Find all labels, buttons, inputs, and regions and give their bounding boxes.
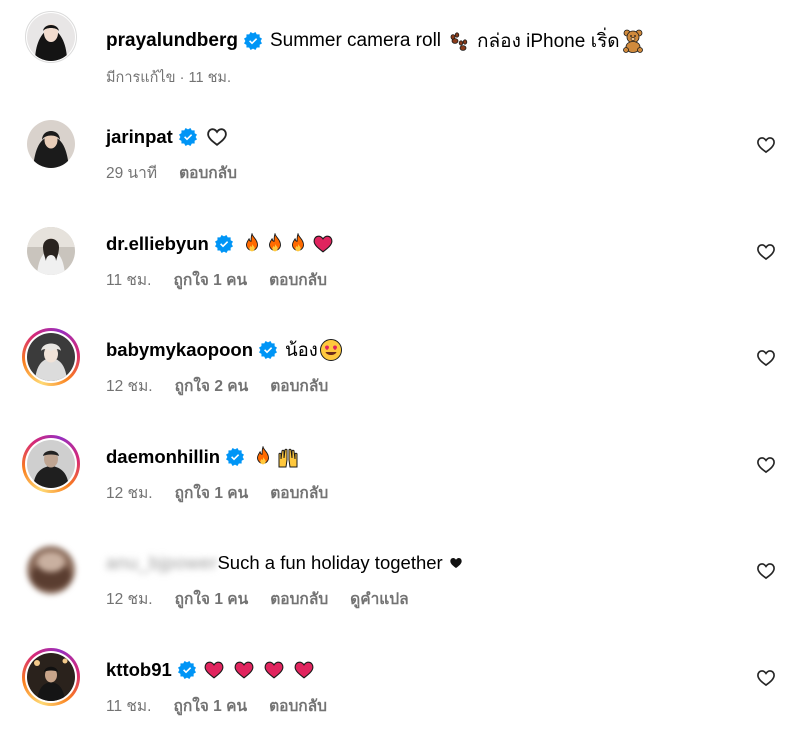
list-item: jarinpat 29 นาที ตอบกลับ	[0, 115, 800, 215]
like-heart-icon[interactable]	[756, 348, 776, 368]
likes-count[interactable]: ถูกใจ 1 คน	[173, 267, 247, 292]
paw-prints-emoji-icon	[450, 32, 468, 51]
avatar[interactable]	[22, 541, 80, 599]
comment-time[interactable]: 29 นาที	[106, 160, 157, 185]
comment-line: kttob91	[106, 658, 316, 682]
like-heart-icon[interactable]	[756, 455, 776, 475]
list-item: babymykaopoon น้อง 12 ชม. ถูกใจ 2 คน ตอบ…	[0, 328, 800, 428]
post-caption: prayalundberg Summer camera roll กล่อง i…	[0, 8, 800, 108]
avatar[interactable]	[22, 648, 80, 706]
comment-text: Such a fun holiday together	[217, 552, 443, 573]
avatar[interactable]	[22, 115, 80, 173]
list-item: anu_bjpower Such a fun holiday together …	[0, 541, 800, 641]
comment-line: daemonhillin	[106, 445, 300, 469]
fire-emoji-icon	[265, 233, 285, 255]
reply-button[interactable]: ตอบกลับ	[179, 160, 237, 185]
see-translation-button[interactable]: ดูคำแปล	[350, 586, 408, 611]
like-heart-icon[interactable]	[756, 561, 776, 581]
avatar-image	[27, 653, 75, 701]
avatar[interactable]	[22, 328, 80, 386]
fire-emoji-icon	[253, 446, 273, 468]
comment-meta: 12 ชม. ถูกใจ 1 คน ตอบกลับ	[106, 480, 328, 505]
comment-username[interactable]: jarinpat	[106, 126, 173, 148]
comment-meta: 11 ชม. ถูกใจ 1 คน ตอบกลับ	[106, 267, 327, 292]
avatar-image	[27, 227, 75, 275]
avatar-image	[27, 440, 75, 488]
comment-line: anu_bjpower Such a fun holiday together	[106, 551, 463, 575]
comment-time[interactable]: 12 ชม.	[106, 373, 153, 398]
black-heart-emoji-icon	[450, 558, 462, 568]
heart-eyes-emoji-icon	[319, 339, 342, 361]
comment-username[interactable]: babymykaopoon	[106, 339, 253, 361]
comment-meta: 29 นาที ตอบกลับ	[106, 160, 237, 185]
comment-username[interactable]: kttob91	[106, 659, 172, 681]
red-heart-emoji-icon	[292, 659, 316, 681]
avatar-image	[27, 333, 75, 381]
caption-username[interactable]: prayalundberg	[106, 30, 238, 52]
reaction-emojis	[250, 445, 300, 469]
comment-time[interactable]: 12 ชม.	[106, 480, 153, 505]
avatar-image	[27, 120, 75, 168]
comment-meta: 11 ชม. ถูกใจ 1 คน ตอบกลับ	[106, 693, 327, 718]
caption-text-after: กล่อง iPhone เริ่ด	[477, 31, 620, 52]
reaction-emojis	[239, 233, 335, 255]
verified-badge-icon	[259, 341, 277, 359]
caption-text-before: Summer camera roll	[269, 30, 442, 51]
comment-username[interactable]: daemonhillin	[106, 446, 220, 468]
red-heart-emoji-icon	[232, 659, 256, 681]
avatar-image	[27, 546, 75, 594]
list-item: dr.elliebyun 11 ชม. ถูกใจ 1 คน ตอบกลับ	[0, 222, 800, 322]
reply-button[interactable]: ตอบกลับ	[270, 373, 328, 398]
caption-line: prayalundberg Summer camera roll กล่อง i…	[106, 26, 644, 56]
likes-count[interactable]: ถูกใจ 1 คน	[173, 693, 247, 718]
verified-badge-icon	[178, 661, 196, 679]
verified-badge-icon	[226, 448, 244, 466]
red-heart-emoji-icon	[311, 233, 335, 255]
like-heart-icon[interactable]	[756, 242, 776, 262]
teddy-bear-emoji-icon	[622, 29, 643, 53]
comment-meta: 12 ชม. ถูกใจ 1 คน ตอบกลับ ดูคำแปล	[106, 586, 409, 611]
list-item: daemonhillin 12 ชม. ถูกใจ 1 คน ตอบกลับ	[0, 435, 800, 535]
reply-button[interactable]: ตอบกลับ	[269, 693, 327, 718]
likes-count[interactable]: ถูกใจ 2 คน	[175, 373, 249, 398]
like-heart-icon[interactable]	[756, 135, 776, 155]
like-heart-icon[interactable]	[756, 668, 776, 688]
comment-line: babymykaopoon น้อง	[106, 338, 343, 362]
avatar-image	[27, 13, 75, 61]
likes-count[interactable]: ถูกใจ 1 คน	[175, 480, 249, 505]
comment-line: jarinpat	[106, 125, 229, 149]
red-heart-emoji-icon	[202, 659, 226, 681]
comment-time[interactable]: 11 ชม.	[106, 693, 151, 718]
verified-badge-icon	[215, 235, 233, 253]
comment-text: น้อง	[285, 338, 318, 360]
fire-emoji-icon	[242, 233, 262, 255]
reply-button[interactable]: ตอบกลับ	[270, 586, 328, 611]
white-heart-emoji-icon	[205, 126, 229, 148]
comment-time[interactable]: 12 ชม.	[106, 586, 153, 611]
reply-button[interactable]: ตอบกลับ	[270, 480, 328, 505]
comment-username[interactable]: anu_bjpower	[106, 552, 217, 574]
list-item: kttob91 11 ชม. ถูกใจ 1 คน ตอบกลับ	[0, 648, 800, 748]
reaction-emojis	[202, 659, 316, 681]
verified-badge-icon	[244, 32, 262, 50]
avatar[interactable]	[22, 222, 80, 280]
fire-emoji-icon	[288, 233, 308, 255]
red-heart-emoji-icon	[262, 659, 286, 681]
avatar[interactable]	[22, 435, 80, 493]
verified-badge-icon	[179, 128, 197, 146]
comment-meta: 12 ชม. ถูกใจ 2 คน ตอบกลับ	[106, 373, 328, 398]
comment-time[interactable]: 11 ชม.	[106, 267, 151, 292]
raised-hands-emoji-icon	[278, 448, 298, 468]
comment-username[interactable]: dr.elliebyun	[106, 233, 209, 255]
avatar[interactable]	[22, 8, 80, 66]
likes-count[interactable]: ถูกใจ 1 คน	[175, 586, 249, 611]
caption-meta: มีการแก้ไข · 11 ชม.	[106, 70, 231, 86]
reply-button[interactable]: ตอบกลับ	[269, 267, 327, 292]
comment-line: dr.elliebyun	[106, 232, 335, 256]
